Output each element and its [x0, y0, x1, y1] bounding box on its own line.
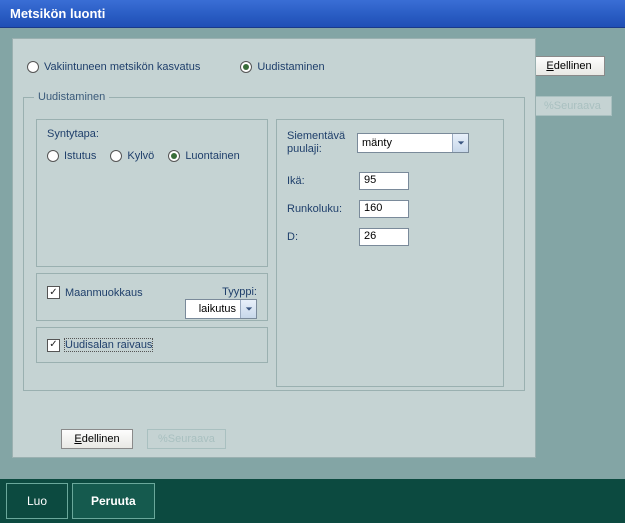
tyyppi-dropdown[interactable]: laikutus	[185, 299, 257, 319]
luo-button[interactable]: Luo	[6, 483, 68, 519]
prev-button-bottom[interactable]: Edellinen	[61, 429, 133, 449]
uudistaminen-fieldset: Uudistaminen Syntytapa: Istutus Kylvö	[23, 91, 525, 391]
checkbox-icon	[47, 339, 60, 352]
radio-kylvo[interactable]: Kylvö	[110, 150, 154, 162]
radio-dot-icon	[47, 150, 59, 162]
ika-input[interactable]: 95	[359, 172, 409, 190]
species-panel: Siementävä puulaji: mänty Ikä: 95	[276, 119, 504, 387]
radio-luontainen[interactable]: Luontainen	[168, 150, 239, 162]
syntytapa-label: Syntytapa:	[47, 128, 257, 140]
syntytapa-panel: Syntytapa: Istutus Kylvö	[36, 119, 268, 267]
prev-button-top-rest: dellinen	[554, 60, 592, 72]
tyyppi-label: Tyyppi:	[185, 286, 257, 298]
prev-button-top[interactable]: Edellinen	[533, 56, 605, 76]
title-bar: Metsikön luonti	[0, 0, 625, 28]
peruuta-button[interactable]: Peruuta	[72, 483, 155, 519]
radio-vakiintunut[interactable]: Vakiintuneen metsikön kasvatus	[27, 61, 200, 73]
footer-bar: Luo Peruuta	[0, 479, 625, 523]
radio-dot-icon	[110, 150, 122, 162]
radio-dot-icon	[240, 61, 252, 73]
radio-dot-icon	[27, 61, 39, 73]
maanmuokkaus-checkbox[interactable]: Maanmuokkaus	[47, 286, 143, 299]
runkoluku-label: Runkoluku:	[287, 203, 359, 215]
d-input[interactable]: 26	[359, 228, 409, 246]
next-button-bottom: %Seuraava	[147, 429, 226, 449]
runkoluku-input[interactable]: 160	[359, 200, 409, 218]
ika-label: Ikä:	[287, 175, 359, 187]
method-row: Vakiintuneen metsikön kasvatus Uudistami…	[13, 39, 535, 91]
window-title: Metsikön luonti	[10, 6, 105, 21]
chevron-down-icon	[240, 300, 256, 318]
raivaus-panel: Uudisalan raivaus	[36, 327, 268, 363]
species-dropdown[interactable]: mänty	[357, 133, 469, 153]
radio-uudistaminen[interactable]: Uudistaminen	[240, 61, 324, 73]
d-label: D:	[287, 231, 359, 243]
maanmuokkaus-panel: Maanmuokkaus Tyyppi: laikutus	[36, 273, 268, 321]
checkbox-icon	[47, 286, 60, 299]
species-label: Siementävä puulaji:	[287, 130, 357, 156]
radio-istutus[interactable]: Istutus	[47, 150, 96, 162]
uudistaminen-legend: Uudistaminen	[34, 91, 109, 103]
raivaus-checkbox[interactable]: Uudisalan raivaus	[47, 339, 152, 352]
chevron-down-icon	[452, 134, 468, 152]
next-button-top: %Seuraava	[533, 96, 612, 116]
main-panel: Vakiintuneen metsikön kasvatus Uudistami…	[12, 38, 536, 458]
radio-dot-icon	[168, 150, 180, 162]
